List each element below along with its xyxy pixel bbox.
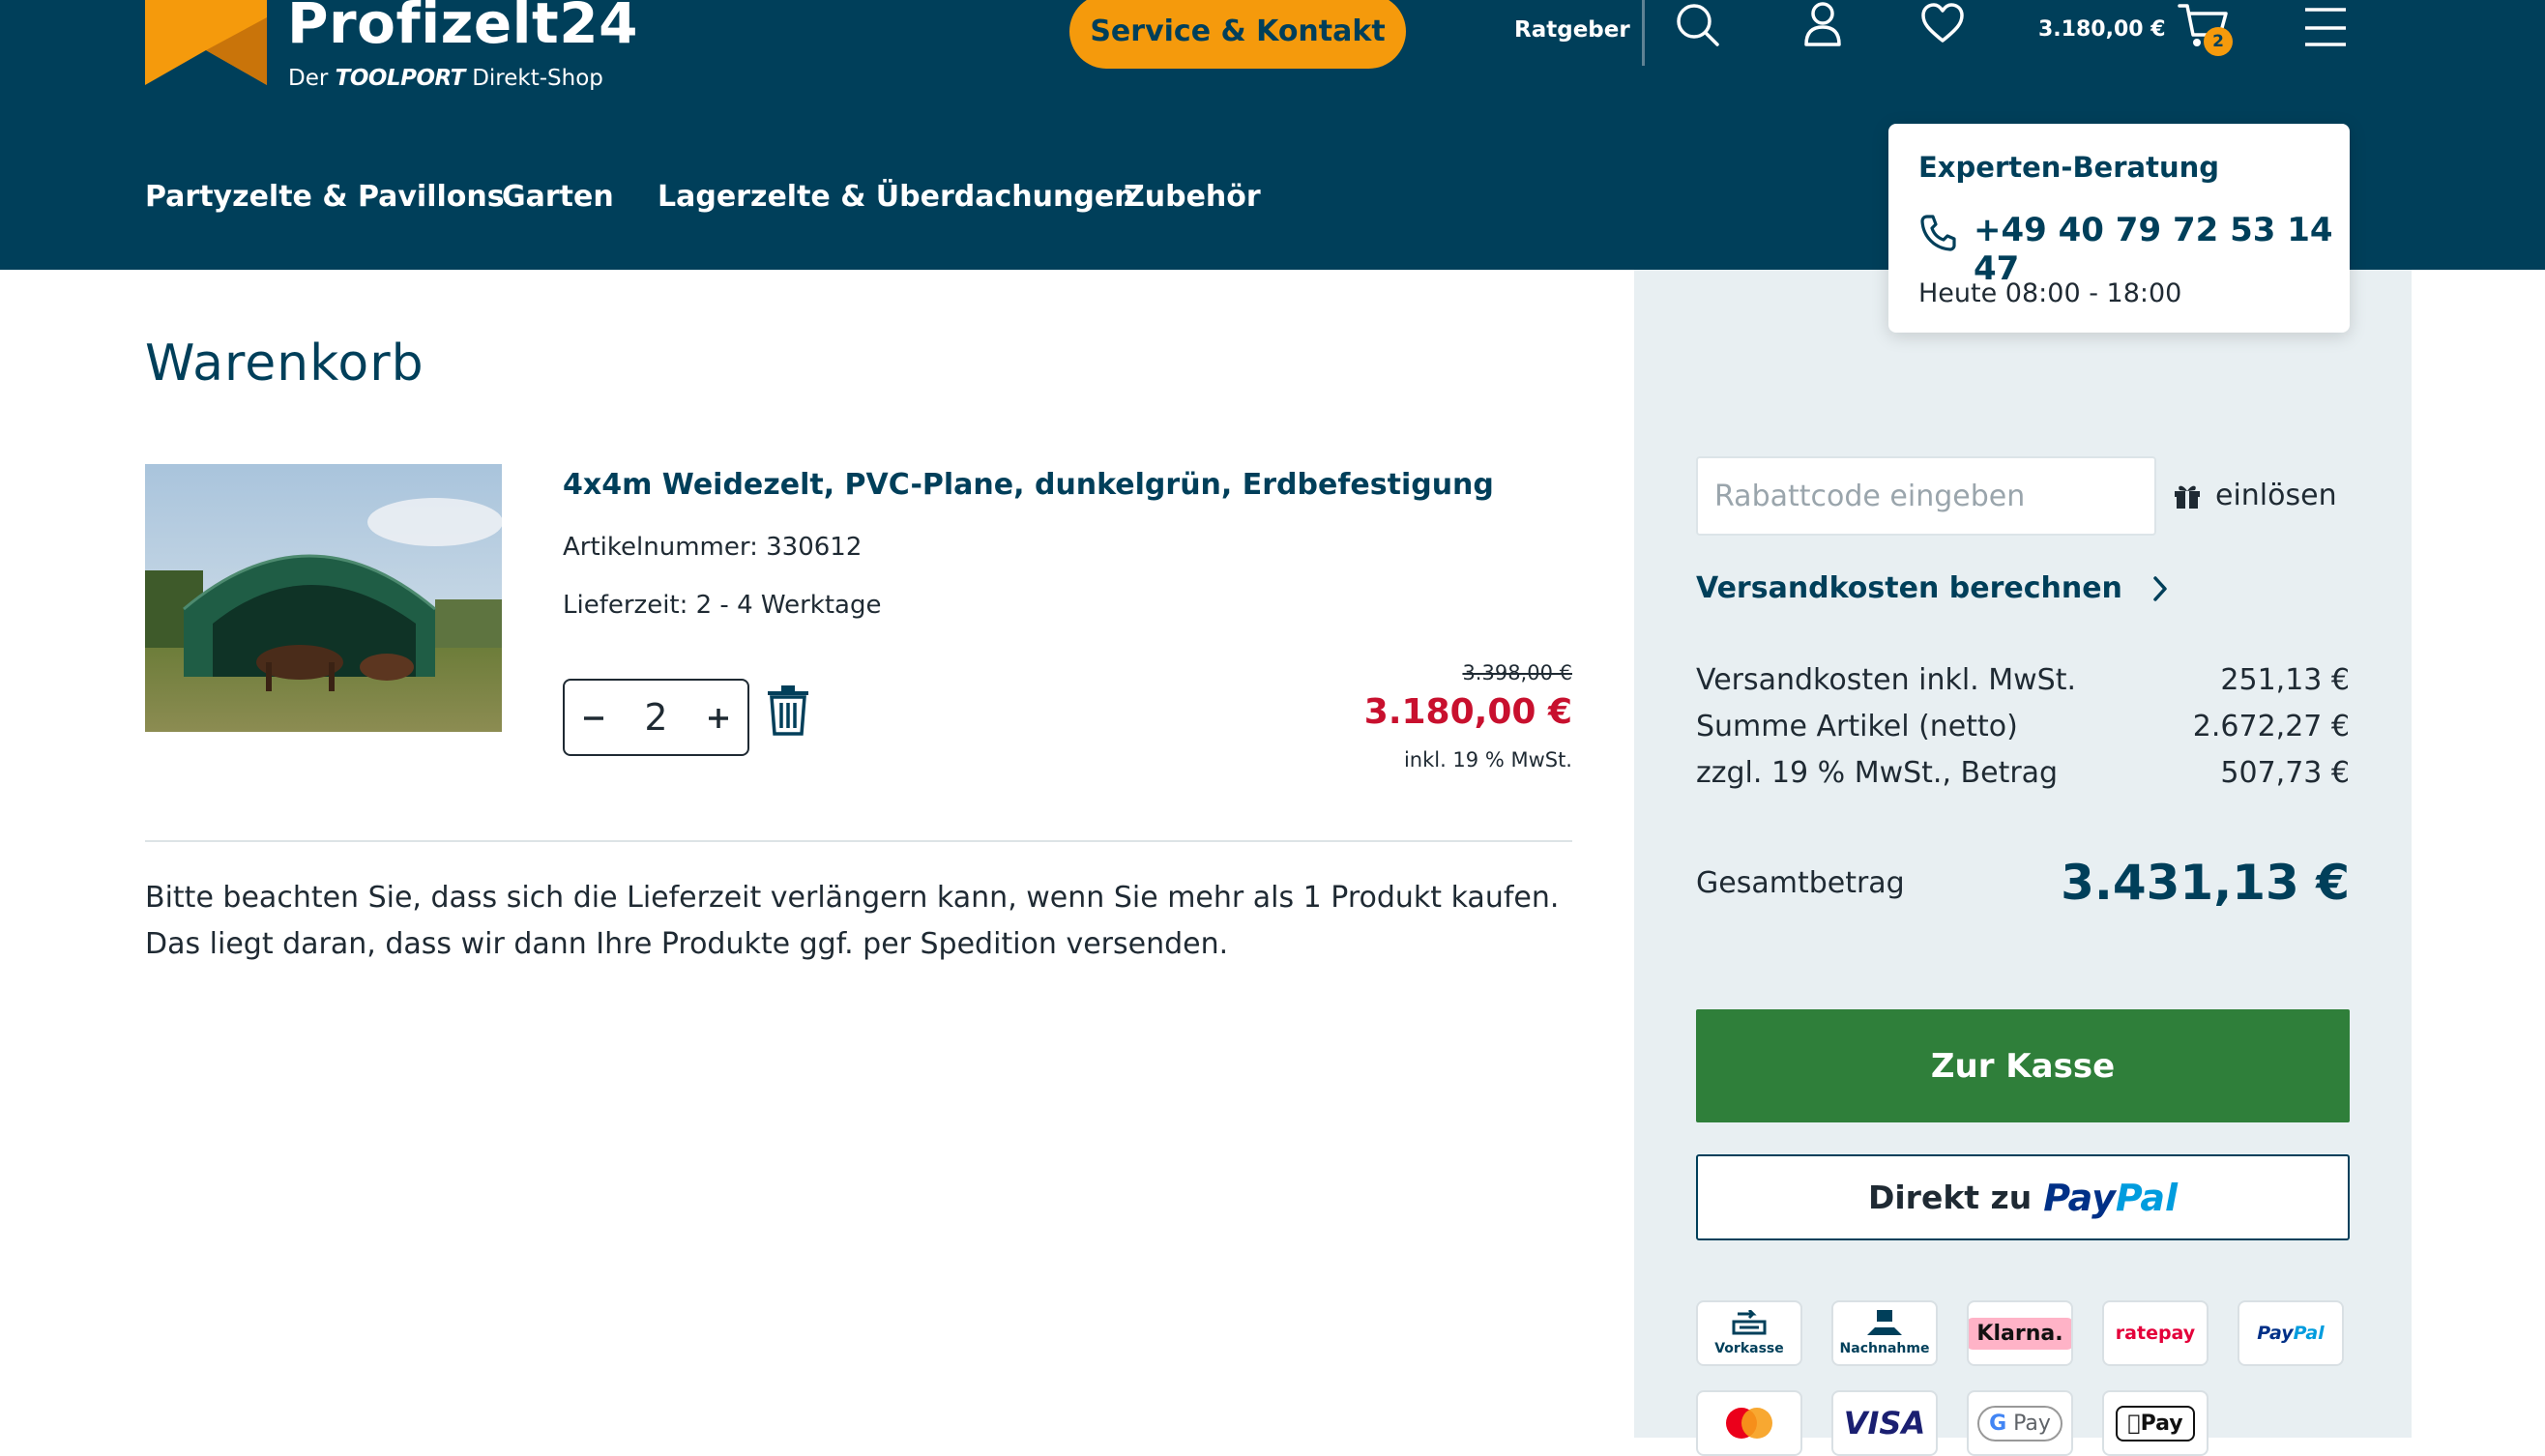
coupon-input[interactable]: Rabattcode eingeben: [1696, 456, 2156, 536]
paypal-express-button[interactable]: Direkt zu PayPal: [1696, 1154, 2350, 1240]
cash-on-delivery-icon: [1867, 1310, 1902, 1335]
search-icon[interactable]: [1673, 0, 1721, 50]
paypal-prefix: Direkt zu: [1867, 1179, 2033, 1216]
summary-row-net: Summe Artikel (netto) 2.672,27 €: [1696, 710, 2350, 743]
paypal-logo: PayPal: [2043, 1176, 2179, 1219]
payment-paypal: PayPal: [2238, 1300, 2344, 1366]
payment-nachnahme: Nachnahme: [1831, 1300, 1938, 1366]
delivery-time: Lieferzeit: 2 - 4 Werktage: [563, 591, 882, 620]
payment-visa: VISA: [1831, 1390, 1938, 1456]
page-title: Warenkorb: [145, 335, 424, 393]
summary-label: Versandkosten inkl. MwSt.: [1696, 663, 2077, 697]
product-image[interactable]: [145, 464, 502, 732]
summary-row-vat: zzgl. 19 % MwSt., Betrag 507,73 €: [1696, 756, 2350, 790]
vat-note: inkl. 19 % MwSt.: [1403, 748, 1572, 772]
payment-vorkasse: Vorkasse: [1696, 1300, 1802, 1366]
menu-icon[interactable]: [2303, 0, 2348, 50]
nav-item-partyzelte[interactable]: Partyzelte & Pavillons: [145, 180, 505, 214]
payment-applepay: Pay: [2102, 1390, 2209, 1456]
summary-label: zzgl. 19 % MwSt., Betrag: [1696, 756, 2059, 790]
bank-transfer-icon: [1732, 1310, 1767, 1335]
quantity-value[interactable]: 2: [644, 696, 667, 739]
summary-value: 2.672,27 €: [2192, 710, 2350, 743]
old-price: 3.398,00 €: [1462, 661, 1572, 684]
total-label: Gesamtbetrag: [1696, 865, 1905, 900]
shipping-calc-link[interactable]: Versandkosten berechnen: [1696, 571, 2169, 605]
expert-advice-popup: Experten-Beratung +49 40 79 72 53 14 47 …: [1888, 124, 2350, 333]
payment-mastercard: [1696, 1390, 1802, 1456]
gift-icon: [2175, 485, 2200, 509]
coupon-redeem-label: einlösen: [2215, 478, 2337, 512]
phone-icon: [1920, 215, 1956, 251]
quantity-stepper: 2: [563, 679, 749, 756]
user-icon[interactable]: [1799, 0, 1847, 50]
current-price: 3.180,00 €: [1363, 692, 1572, 732]
expert-hours: Heute 08:00 - 18:00: [1918, 278, 2182, 308]
tent-photo: [145, 464, 502, 732]
brand-tagline: Der TOOLPORT Direkt-Shop: [288, 66, 603, 91]
order-summary-panel: Rabattcode eingeben einlösen Versandkost…: [1634, 270, 2412, 1456]
tagline-brand: TOOLPORT: [335, 66, 466, 91]
summary-row-shipping: Versandkosten inkl. MwSt. 251,13 €: [1696, 663, 2350, 697]
nav-item-garten[interactable]: Garten: [502, 180, 614, 214]
summary-label: Summe Artikel (netto): [1696, 710, 2018, 743]
nav-item-lagerzelte[interactable]: Lagerzelte & Überdachungen: [658, 180, 1135, 214]
checkout-button[interactable]: Zur Kasse: [1696, 1009, 2350, 1122]
total-value: 3.431,13 €: [2061, 855, 2350, 911]
trash-icon[interactable]: [766, 685, 810, 736]
divider: [145, 840, 1572, 842]
total-row: Gesamtbetrag 3.431,13 €: [1696, 855, 2350, 911]
nav-item-zubehoer[interactable]: Zubehör: [1124, 180, 1261, 214]
chevron-right-icon: [2153, 575, 2167, 601]
payment-googlepay: G Pay: [1967, 1390, 2073, 1456]
article-number: Artikelnummer: 330612: [563, 533, 863, 562]
expert-title: Experten-Beratung: [1918, 151, 2220, 184]
coupon-redeem-button[interactable]: einlösen: [2173, 471, 2337, 519]
payment-ratepay: ratepay: [2102, 1300, 2209, 1366]
brand-name[interactable]: Profizelt24: [287, 0, 638, 56]
heart-icon[interactable]: [1918, 0, 1967, 50]
expert-phone[interactable]: +49 40 79 72 53 14 47: [1974, 211, 2350, 288]
header-divider: [1642, 0, 1645, 66]
mastercard-icon: [1726, 1408, 1772, 1439]
cart-count-badge: 2: [2204, 27, 2233, 56]
summary-value: 251,13 €: [2220, 663, 2350, 697]
logo-icon[interactable]: [145, 0, 267, 85]
payment-klarna: Klarna.: [1967, 1300, 2073, 1366]
summary-value: 507,73 €: [2220, 756, 2350, 790]
ratgeber-link[interactable]: Ratgeber: [1514, 17, 1630, 43]
shipping-calc-label: Versandkosten berechnen: [1696, 571, 2122, 605]
plus-icon[interactable]: [707, 696, 730, 739]
delivery-notice: Bitte beachten Sie, dass sich die Liefer…: [145, 881, 1560, 961]
tagline-suffix: Direkt-Shop: [472, 66, 603, 91]
cart-total[interactable]: 3.180,00 €: [2038, 17, 2166, 42]
minus-icon[interactable]: [582, 696, 605, 739]
tagline-prefix: Der: [288, 66, 329, 91]
service-contact-button[interactable]: Service & Kontakt: [1069, 0, 1406, 69]
product-name-link[interactable]: 4x4m Weidezelt, PVC-Plane, dunkelgrün, E…: [563, 468, 1494, 502]
